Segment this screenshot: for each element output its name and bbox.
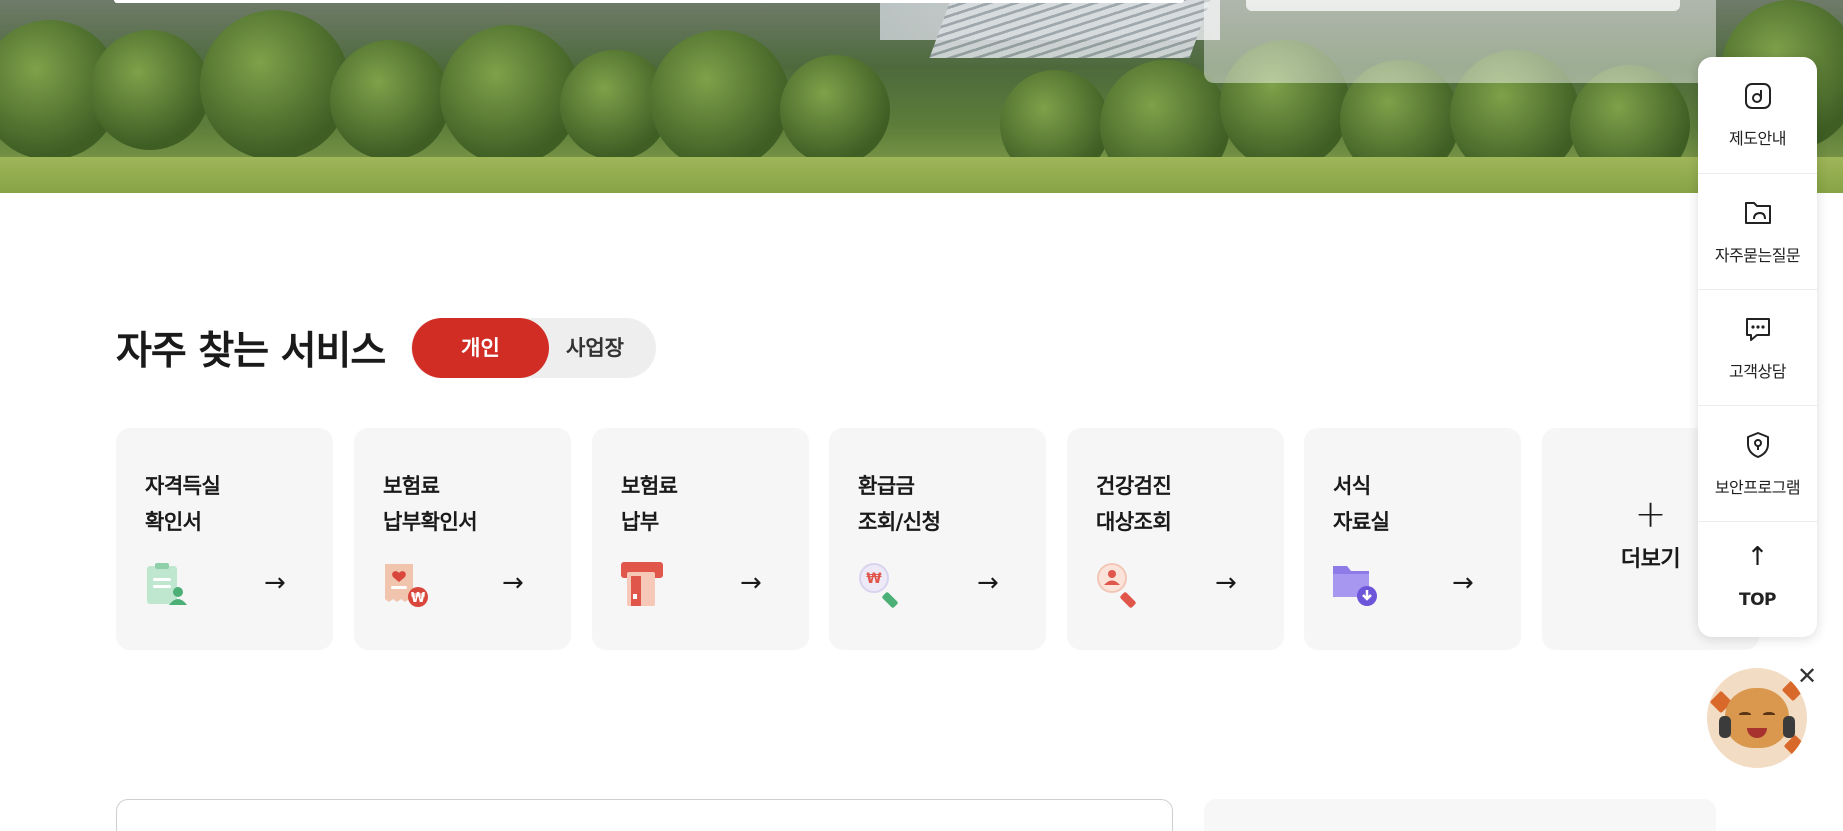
section-title: 자주 찾는 서비스: [116, 329, 386, 374]
hero-info-panel: [1204, 0, 1716, 83]
service-card-refund[interactable]: 환급금 조회/신청 ₩ →: [829, 428, 1046, 650]
service-card-label: 서식 자료실: [1333, 474, 1390, 534]
shield-icon: [1747, 432, 1769, 458]
service-type-toggle: 개인 사업장: [411, 318, 656, 378]
quick-item-consult[interactable]: 고객상담: [1698, 289, 1817, 405]
folder-download-icon: [1333, 566, 1377, 606]
top-button-label: TOP: [1738, 590, 1777, 610]
chatbot-button[interactable]: [1707, 668, 1807, 768]
arrow-right-icon: →: [502, 568, 524, 598]
service-card-label: 자격득실 확인서: [145, 474, 221, 534]
arrow-up-icon: ↑: [1746, 542, 1769, 572]
svg-text:₩: ₩: [411, 591, 426, 606]
service-card-label: 환급금 조회/신청: [858, 474, 941, 534]
quick-item-label: 고객상담: [1729, 362, 1786, 381]
service-card-label: 보험료 납부확인서: [383, 474, 478, 534]
hero-banner-image: [0, 0, 1843, 193]
card-payment-icon: [621, 562, 663, 606]
arrow-right-icon: →: [977, 568, 999, 598]
search-won-icon: ₩: [859, 563, 898, 608]
service-card-health-checkup[interactable]: 건강검진 대상조회 →: [1067, 428, 1284, 650]
quick-item-label: 보안프로그램: [1714, 478, 1801, 497]
service-card-label: 보험료 납부: [621, 474, 678, 534]
quick-item-label: 제도안내: [1729, 129, 1786, 148]
notice-panel: [116, 799, 1173, 831]
arrow-right-icon: →: [264, 568, 286, 598]
top-button[interactable]: ↑ TOP: [1698, 521, 1817, 637]
service-card-payment-certificate[interactable]: 보험료 납부확인서 ₩ →: [354, 428, 571, 650]
side-panel: [1204, 799, 1716, 831]
arrow-right-icon: →: [1215, 568, 1237, 598]
arrow-right-icon: →: [1452, 568, 1474, 598]
tab-personal[interactable]: 개인: [412, 318, 549, 378]
search-person-icon: [1097, 563, 1136, 608]
service-card-premium-payment[interactable]: 보험료 납부 →: [592, 428, 809, 650]
quick-item-policy-guide[interactable]: 제도안내: [1698, 57, 1817, 173]
receipt-won-icon: ₩: [385, 564, 428, 607]
page: 자주 찾는 서비스 개인 사업장 자격득실 확인서 → 보험료 납부확인서 ₩ …: [0, 0, 1843, 831]
quick-item-faq[interactable]: 자주묻는질문: [1698, 173, 1817, 289]
chat-bubble-icon: [1746, 318, 1770, 341]
quick-menu: 제도안내 자주묻는질문 고객상담 보안프로그램 ↑ TOP: [1698, 57, 1817, 637]
quick-item-label: 자주묻는질문: [1714, 246, 1801, 265]
service-card-label: 건강검진 대상조회: [1096, 474, 1172, 534]
svg-text:₩: ₩: [866, 571, 882, 587]
quick-item-security[interactable]: 보안프로그램: [1698, 405, 1817, 521]
certificate-person-icon: [147, 563, 187, 605]
arrow-right-icon: →: [740, 568, 762, 598]
close-icon[interactable]: ✕: [1795, 664, 1819, 688]
tab-business[interactable]: 사업장: [549, 318, 656, 378]
search-bar-edge: [114, 0, 1184, 3]
chatbot-mascot-icon: [1725, 688, 1789, 748]
service-card-qualification[interactable]: 자격득실 확인서 →: [116, 428, 333, 650]
service-card-forms[interactable]: 서식 자료실 →: [1304, 428, 1521, 650]
faq-folder-icon: [1745, 202, 1771, 224]
policy-guide-icon: [1745, 83, 1771, 109]
